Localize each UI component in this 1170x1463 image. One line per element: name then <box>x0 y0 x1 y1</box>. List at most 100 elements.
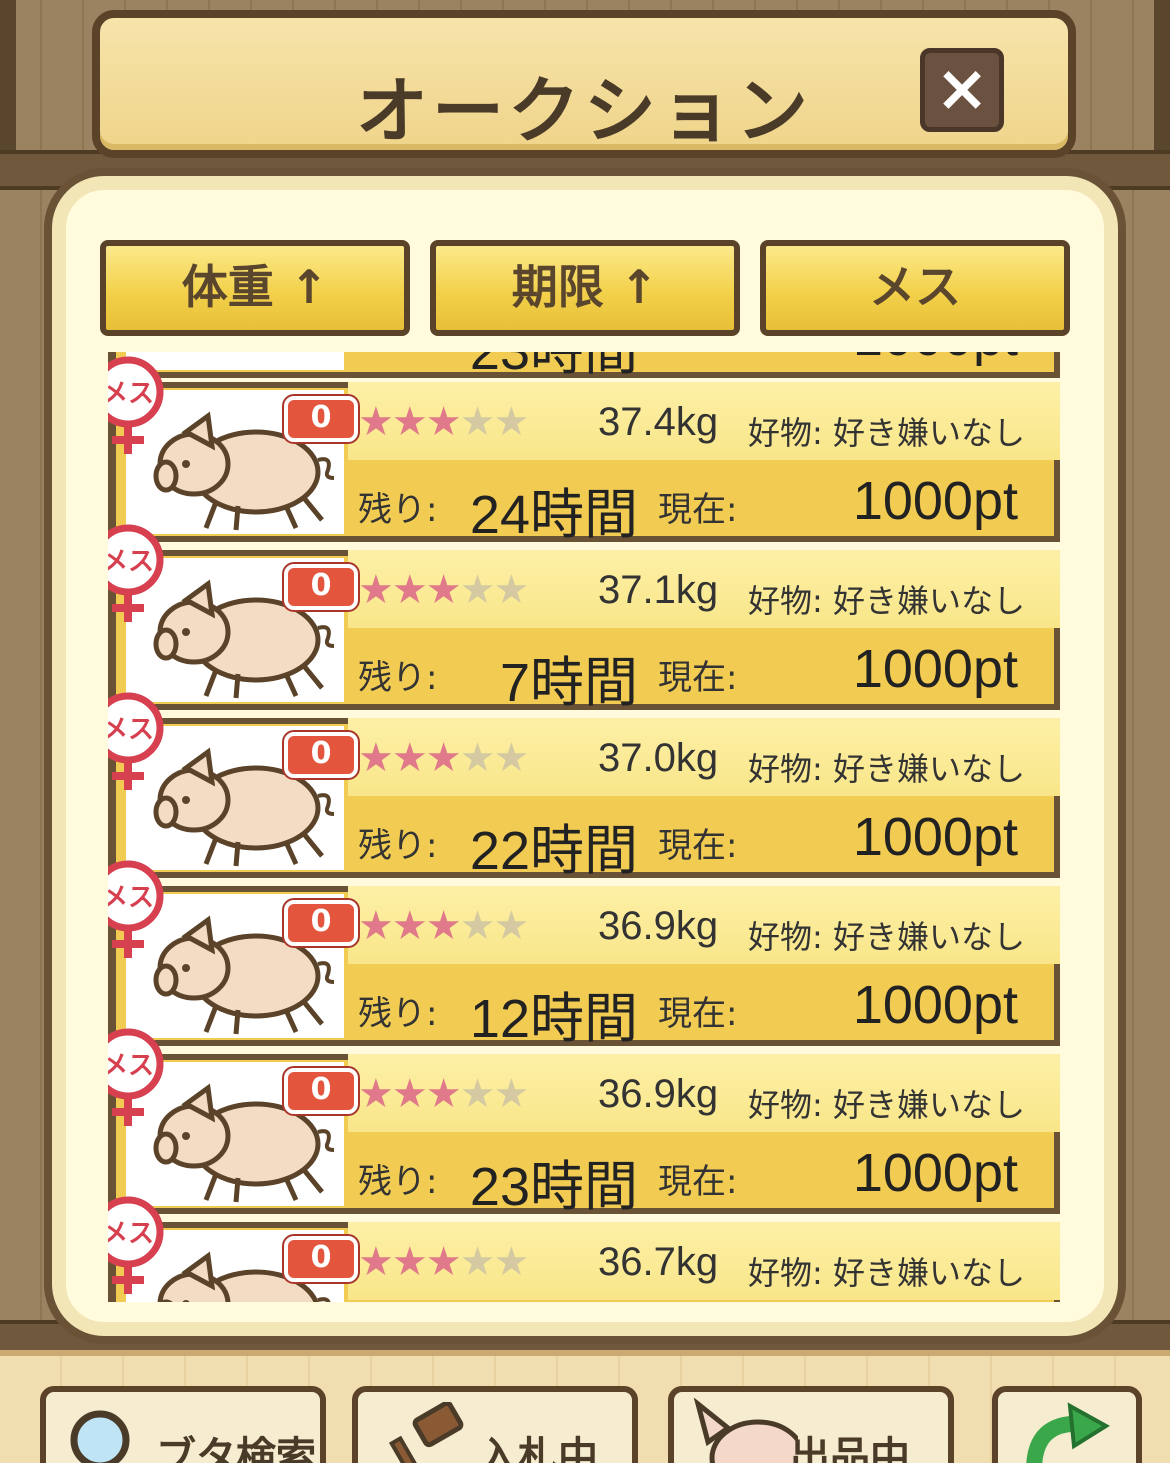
list-item[interactable]: 0 メス ★★★★★ 37.4kg 好物: 好き嫌いなし 残り: 24時間 現在: 1000pt <box>108 356 1060 545</box>
remaining-time: 7時間 <box>499 653 638 713</box>
nav-label: 出品中 <box>790 1434 910 1463</box>
bid-count-badge: 0 <box>284 732 358 778</box>
list-item[interactable]: 0 メス ★★★★★ 36.9kg 好物: 好き嫌いなし 残り: 12時間 現在: 1000pt <box>108 860 1060 1049</box>
star-filled-icon: ★ <box>425 399 462 445</box>
star-empty-icon: ★ <box>493 1071 529 1117</box>
sort-weight-button[interactable]: 体重 ↑ <box>100 240 410 336</box>
star-filled-icon: ★ <box>391 735 428 781</box>
star-filled-icon: ★ <box>425 735 462 781</box>
female-badge-label: メス <box>108 1219 154 1249</box>
list-item[interactable]: 0 メス ★★★★★ 37.0kg 好物: 好き嫌いなし 残り: 22時間 現在: 1000pt <box>108 692 1060 881</box>
current-price: 1000pt <box>852 807 1018 867</box>
nav-bidding-button[interactable]: 入札中 <box>352 1386 638 1463</box>
favorite-food: 好物: 好き嫌いなし <box>748 414 1025 452</box>
gavel-icon <box>388 1402 464 1463</box>
magnifier-icon <box>70 1410 130 1463</box>
pig-weight: 36.9kg <box>598 1072 719 1116</box>
remaining-time: 23時間 <box>438 352 638 385</box>
refresh-arrow-icon <box>1026 1402 1110 1463</box>
title-plank: オークション × <box>92 10 1076 158</box>
star-filled-icon: ★ <box>391 903 428 949</box>
star-filled-icon: ★ <box>391 399 428 445</box>
female-icon: メス <box>108 1028 164 1126</box>
star-empty-icon: ★ <box>459 399 496 445</box>
star-empty-icon: ★ <box>459 1071 496 1117</box>
star-filled-icon: ★ <box>425 1239 462 1285</box>
star-filled-icon: ★ <box>425 903 462 949</box>
list-item[interactable]: 0メス★★★★★36.7kg好物: 好き嫌いなし残り:現在: <box>108 1196 1060 1302</box>
nav-listing-button[interactable]: 出品中 <box>668 1386 954 1463</box>
pig-weight: 37.4kg <box>598 400 719 444</box>
rating-stars: ★★★★★ <box>358 399 529 445</box>
remaining-time: 23時間 <box>469 1157 638 1217</box>
female-badge-label: メス <box>108 715 154 745</box>
favorite-food: 好物: 好き嫌いなし <box>748 750 1025 788</box>
star-filled-icon: ★ <box>391 1071 428 1117</box>
filter-female-button[interactable]: メス <box>760 240 1070 336</box>
current-price-label: 現在: <box>658 1162 738 1202</box>
star-empty-icon: ★ <box>493 567 529 613</box>
current-price-label: 現在: <box>658 994 738 1034</box>
remaining-time: 24時間 <box>469 485 638 545</box>
female-icon: メス <box>108 1196 164 1294</box>
rating-stars: ★★★★★ <box>358 1239 529 1285</box>
rating-stars: ★★★★★ <box>358 903 529 949</box>
auction-list[interactable]: 23時間 1000pt 0メス★★★★★37.4kg好物: 好き嫌いなし残り:2… <box>108 352 1060 1302</box>
female-badge-label: メス <box>108 883 154 913</box>
list-item[interactable]: 23時間 1000pt <box>108 352 1060 381</box>
female-icon: メス <box>108 524 164 622</box>
star-filled-icon: ★ <box>425 1071 462 1117</box>
current-price: 1000pt <box>852 471 1018 531</box>
pig-weight: 36.9kg <box>598 904 719 948</box>
star-empty-icon: ★ <box>493 1239 529 1285</box>
current-price: 1000pt <box>808 352 1018 368</box>
pig-weight: 36.7kg <box>598 1240 719 1284</box>
nav-label: ブタ検索 <box>156 1434 316 1463</box>
female-badge-label: メス <box>108 547 154 577</box>
remaining-label: 残り: <box>358 826 438 866</box>
star-filled-icon: ★ <box>358 567 394 613</box>
list-item[interactable]: 0 メス ★★★★★ 37.1kg 好物: 好き嫌いなし 残り: 7時間 現在: 1000pt <box>108 524 1060 713</box>
favorite-food: 好物: 好き嫌いなし <box>748 1254 1025 1292</box>
star-empty-icon: ★ <box>493 903 529 949</box>
female-badge-label: メス <box>108 379 154 409</box>
female-badge-label: メス <box>108 1051 154 1081</box>
remaining-time: 12時間 <box>469 989 638 1049</box>
star-filled-icon: ★ <box>358 903 394 949</box>
remaining-time: 22時間 <box>469 821 638 881</box>
nav-label: 入札中 <box>478 1434 598 1463</box>
pig-face-icon <box>693 1398 798 1463</box>
current-price-label: 現在: <box>658 490 738 530</box>
star-filled-icon: ★ <box>358 1239 394 1285</box>
rating-stars: ★★★★★ <box>358 735 529 781</box>
favorite-food: 好物: 好き嫌いなし <box>748 1086 1025 1124</box>
close-button[interactable]: × <box>920 48 1004 132</box>
barn-post <box>1154 0 1170 150</box>
star-filled-icon: ★ <box>391 567 428 613</box>
star-empty-icon: ★ <box>459 1239 496 1285</box>
current-price: 1000pt <box>852 1143 1018 1203</box>
sort-bar: 体重 ↑ 期限 ↑ メス <box>100 240 1070 336</box>
pig-weight: 37.1kg <box>598 568 719 612</box>
female-icon: メス <box>108 692 164 790</box>
star-filled-icon: ★ <box>391 1239 428 1285</box>
current-price-label: 現在: <box>658 658 738 698</box>
star-empty-icon: ★ <box>493 399 529 445</box>
female-icon: メス <box>108 356 164 454</box>
star-filled-icon: ★ <box>358 399 394 445</box>
remaining-label: 残り: <box>358 658 438 698</box>
bid-count-badge: 0 <box>284 564 358 610</box>
current-price-label: 現在: <box>658 826 738 866</box>
bid-count-badge: 0 <box>284 396 358 442</box>
sort-deadline-button[interactable]: 期限 ↑ <box>430 240 740 336</box>
favorite-food: 好物: 好き嫌いなし <box>748 918 1025 956</box>
list-item[interactable]: 0 メス ★★★★★ 36.9kg 好物: 好き嫌いなし 残り: 23時間 現在: 1000pt <box>108 1028 1060 1217</box>
remaining-label: 残り: <box>358 490 438 530</box>
nav-pig-search-button[interactable]: ブタ検索 <box>40 1386 326 1463</box>
nav-refresh-button[interactable] <box>992 1386 1142 1463</box>
star-empty-icon: ★ <box>459 903 496 949</box>
star-filled-icon: ★ <box>358 735 394 781</box>
remaining-label: 残り: <box>358 994 438 1034</box>
rating-stars: ★★★★★ <box>358 1071 529 1117</box>
star-empty-icon: ★ <box>493 735 529 781</box>
